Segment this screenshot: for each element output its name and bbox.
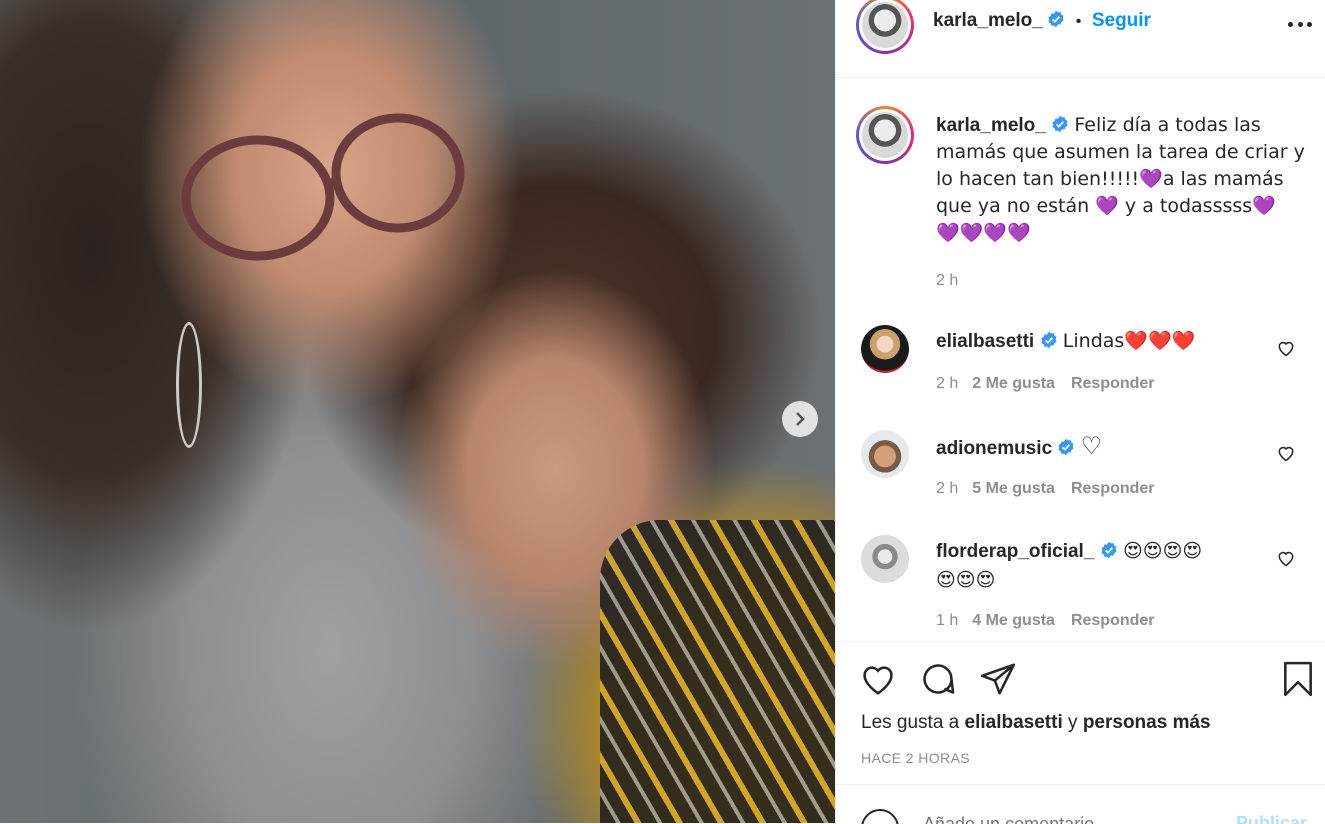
share-icon[interactable] (979, 660, 1017, 698)
author-username[interactable]: karla_melo_ (933, 10, 1043, 31)
heart-icon[interactable] (859, 660, 897, 698)
earring-shape (176, 322, 202, 448)
reply-button[interactable]: Responder (1071, 612, 1155, 629)
publish-button[interactable]: Publicar (1236, 813, 1307, 824)
caption-line: mamás que asumen la tarea de criar y (936, 141, 1305, 163)
comment-meta: 1 h 4 Me gusta Responder (936, 612, 1155, 630)
verified-badge-icon (1041, 331, 1056, 349)
more-options-icon[interactable] (1288, 14, 1312, 34)
comment-body-line2: 😍😍😍 (936, 569, 996, 591)
likes-prefix: Les gusta a (861, 712, 960, 733)
caption-avatar[interactable] (856, 106, 914, 164)
verified-badge-icon (1048, 10, 1064, 28)
caption-text: karla_melo_ Feliz día a todas las mamás … (936, 112, 1306, 294)
comment-meta: 2 h 5 Me gusta Responder (936, 480, 1155, 498)
heart-icon[interactable] (1276, 443, 1296, 463)
reply-button[interactable]: Responder (1071, 375, 1155, 392)
caption-time: 2 h (936, 272, 959, 289)
add-comment-bar: Publicar (836, 784, 1325, 824)
commenter-username[interactable]: adionemusic (936, 438, 1052, 459)
comment-text: florderap_oficial_ 😍😍😍😍 😍😍😍 (936, 537, 1256, 595)
comment-icon[interactable] (919, 660, 957, 698)
post-actions: Les gusta a elialbasetti y personas más … (836, 641, 1325, 785)
commenter-avatar[interactable] (861, 535, 909, 583)
post-timestamp[interactable]: HACE 2 HORAS (861, 750, 970, 766)
likes-summary: Les gusta a elialbasetti y personas más (861, 712, 1211, 734)
post-side-panel: karla_melo_ • Seguir karla_melo_ Feliz d… (835, 0, 1325, 824)
comment-likes[interactable]: 5 Me gusta (972, 480, 1055, 497)
post-header: karla_melo_ • Seguir (836, 0, 1325, 78)
comment-likes[interactable]: 2 Me gusta (972, 375, 1055, 392)
emoji-icon[interactable] (861, 809, 899, 824)
caption-line: Feliz día a todas las (1074, 114, 1261, 136)
comment-input[interactable] (921, 813, 1215, 824)
comment-text: elialbasetti Lindas❤️❤️❤️ (936, 327, 1256, 356)
comment-body: ♡ (1080, 432, 1103, 460)
comment-time: 1 h (936, 612, 959, 629)
caption-line: que ya no están 💜 y a todasssss💜 (936, 195, 1276, 217)
likes-and: y (1068, 712, 1078, 733)
comment-body: 😍😍😍😍 (1122, 540, 1203, 562)
commenter-avatar[interactable] (861, 430, 909, 478)
glasses-shape (181, 113, 465, 261)
bookmark-icon[interactable] (1279, 660, 1317, 698)
scarf-shape (600, 520, 835, 823)
verified-badge-icon (1052, 115, 1068, 133)
verified-badge-icon (1101, 541, 1117, 559)
comment-time: 2 h (936, 480, 959, 497)
next-photo-button[interactable] (782, 401, 818, 437)
commenter-username[interactable]: florderap_oficial_ (936, 541, 1094, 562)
verified-badge-icon (1058, 438, 1074, 456)
comment-time: 2 h (936, 375, 959, 392)
post-photo (0, 0, 835, 823)
caption-line: 💜💜💜💜 (936, 222, 1031, 244)
author-avatar[interactable] (856, 0, 914, 54)
heart-icon[interactable] (1276, 548, 1296, 568)
heart-icon[interactable] (1276, 338, 1296, 358)
caption-username[interactable]: karla_melo_ (936, 115, 1046, 136)
commenter-avatar[interactable] (861, 325, 909, 373)
follow-button[interactable]: Seguir (1092, 10, 1151, 31)
comment-text: adionemusic ♡ (936, 432, 1256, 463)
comment-body: Lindas❤️❤️❤️ (1062, 330, 1196, 352)
likes-user[interactable]: elialbasetti (965, 712, 1063, 733)
next-arrow-icon (796, 412, 805, 426)
reply-button[interactable]: Responder (1071, 480, 1155, 497)
comment-meta: 2 h 2 Me gusta Responder (936, 375, 1155, 393)
likes-others[interactable]: personas más (1083, 712, 1211, 733)
comment-likes[interactable]: 4 Me gusta (972, 612, 1055, 629)
commenter-username[interactable]: elialbasetti (936, 331, 1034, 352)
author-line: karla_melo_ • Seguir (933, 10, 1151, 32)
caption-line: lo hacen tan bien!!!!!💜a las mamás (936, 168, 1284, 190)
separator-dot: • (1075, 13, 1082, 30)
